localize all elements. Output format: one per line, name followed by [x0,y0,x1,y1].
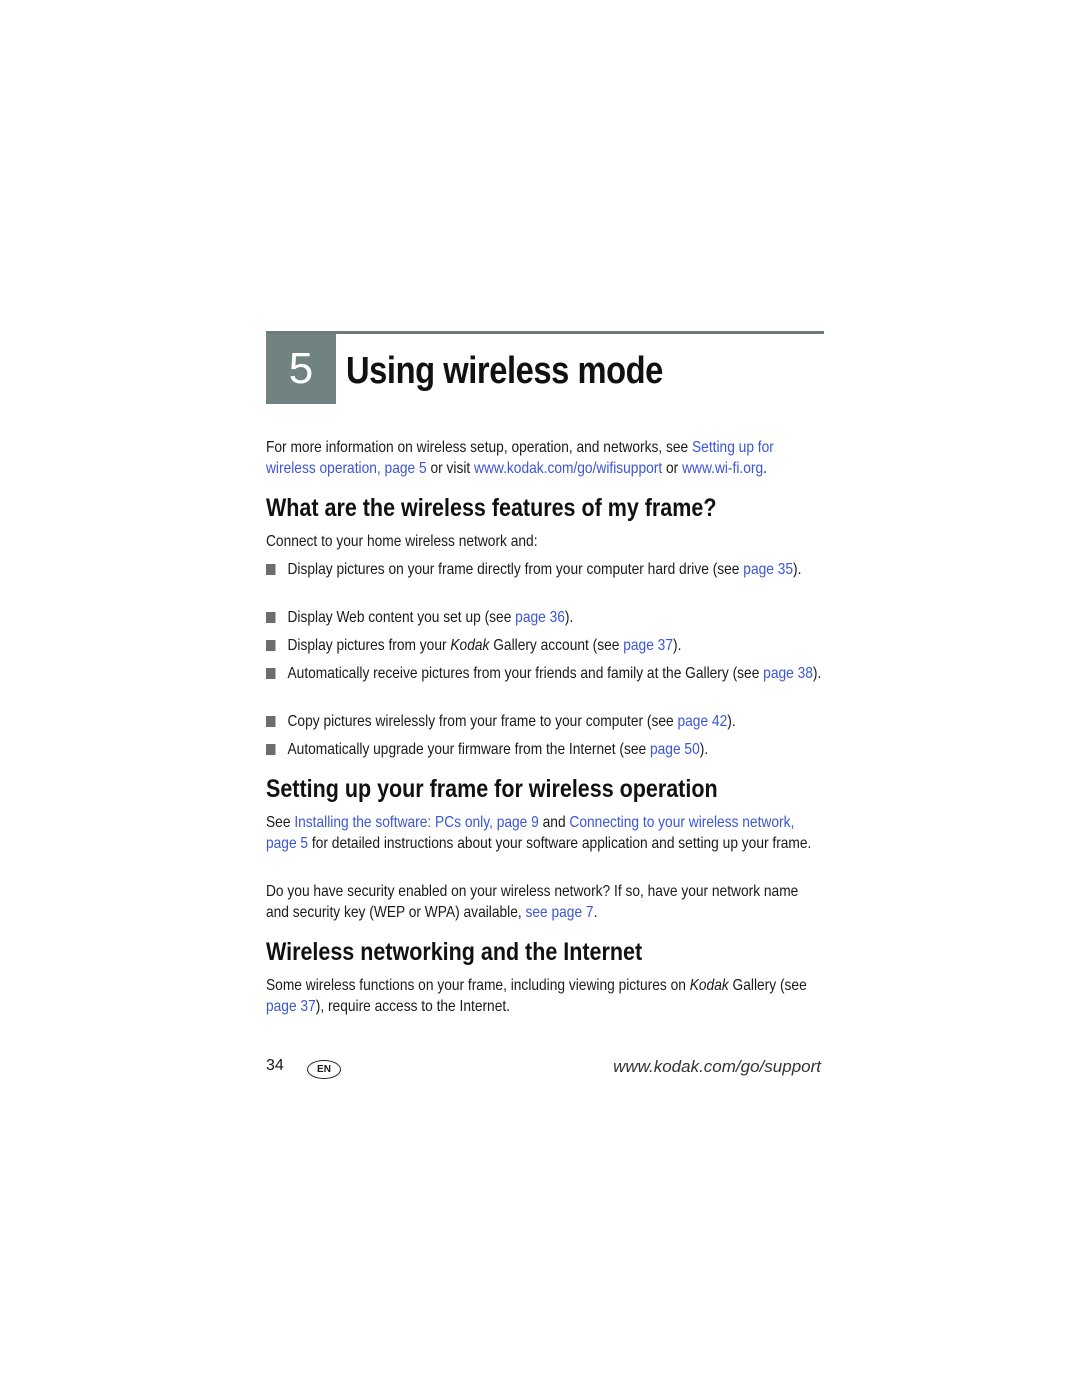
bullet-text-part: Display pictures from your [287,637,451,654]
page-reference-link[interactable]: page 50 [650,741,700,758]
feature-bullet: Automatically receive pictures from your… [266,663,825,684]
intro-paragraph: For more information on wireless setup, … [266,437,825,479]
features-lead: Connect to your home wireless network an… [266,533,538,550]
setup-text: See [266,814,295,831]
section-heading-setup: Setting up your frame for wireless opera… [266,775,718,803]
bullet-text-part: ). [812,665,822,682]
feature-bullet: Display pictures on your frame directly … [266,559,825,580]
bullet-text-part: Automatically upgrade your firmware from… [287,741,651,758]
bullet-text-part: ). [672,637,682,654]
bullet-text-part: ). [564,609,574,626]
page-reference-link[interactable]: page 36 [515,609,565,626]
bullet-square-icon [266,668,276,679]
page-reference-link[interactable]: page 37 [623,637,673,654]
chapter-number-box: 5 [266,334,336,404]
feature-bullet: Display Web content you set up (see page… [266,607,825,628]
chapter-rule [266,331,824,334]
intro-text: For more information on wireless setup, … [266,439,693,456]
page-reference-link[interactable]: page 35 [743,561,793,578]
language-badge: EN [307,1060,341,1079]
section-heading-features: What are the wireless features of my fra… [266,494,717,522]
bullet-text: Display pictures from your Kodak Gallery… [288,635,826,656]
bullet-square-icon [266,744,276,755]
bullet-text-part: Automatically receive pictures from your… [287,665,764,682]
internet-text: Some wireless functions on your frame, i… [266,977,690,994]
internet-paragraph: Some wireless functions on your frame, i… [266,975,825,1017]
feature-bullet: Display pictures from your Kodak Gallery… [266,635,825,656]
page-number: 34 [266,1057,284,1074]
bullet-square-icon [266,612,276,623]
feature-bullet: Copy pictures wirelessly from your frame… [266,711,825,732]
support-url[interactable]: www.kodak.com/go/support [613,1057,821,1077]
setup-paragraph-2: Do you have security enabled on your wir… [266,881,825,923]
bullet-text-part: Copy pictures wirelessly from your frame… [287,713,678,730]
setup-text: . [593,904,598,921]
bullet-text: Display Web content you set up (see page… [288,607,826,628]
chapter-title: Using wireless mode [346,350,663,392]
bullet-text-part: ). [699,741,709,758]
brand-kodak: Kodak [689,977,729,994]
bullet-square-icon [266,716,276,727]
page-reference-link[interactable]: page 38 [763,665,813,682]
brand-kodak: Kodak [450,637,490,654]
intro-text: or [662,460,683,477]
bullet-text-part: ). [727,713,736,730]
bullet-text: Automatically receive pictures from your… [288,663,826,684]
bullet-square-icon [266,564,276,575]
section-heading-internet: Wireless networking and the Internet [266,938,643,966]
bullet-square-icon [266,640,276,651]
wifisupport-link[interactable]: www.kodak.com/go/wifisupport [474,460,662,477]
internet-text: ), require access to the Internet. [315,998,511,1015]
wifi-org-link[interactable]: www.wi-fi.org [682,460,763,477]
page-37-link[interactable]: page 37 [266,998,316,1015]
installing-software-link[interactable]: Installing the software: PCs only, page … [294,814,539,831]
setup-text: and [538,814,570,831]
bullet-text-part: Display pictures on your frame directly … [287,561,744,578]
bullet-text-part: Display Web content you set up (see [287,609,516,626]
intro-text: or visit [426,460,475,477]
page-reference-link[interactable]: page 42 [677,713,727,730]
internet-text: Gallery (see [728,977,807,994]
see-page-7-link[interactable]: see page 7 [525,904,593,921]
setup-paragraph-1: See Installing the software: PCs only, p… [266,812,825,854]
chapter-number: 5 [288,344,314,393]
bullet-text: Display pictures on your frame directly … [288,559,826,580]
bullet-text-part: ). [793,561,802,578]
setup-text: for detailed instructions about your sof… [308,835,812,852]
bullet-text: Copy pictures wirelessly from your frame… [288,711,826,732]
bullet-text-part: Gallery account (see [489,637,624,654]
bullet-text: Automatically upgrade your firmware from… [288,739,826,760]
intro-text: . [763,460,767,477]
feature-bullet: Automatically upgrade your firmware from… [266,739,825,760]
